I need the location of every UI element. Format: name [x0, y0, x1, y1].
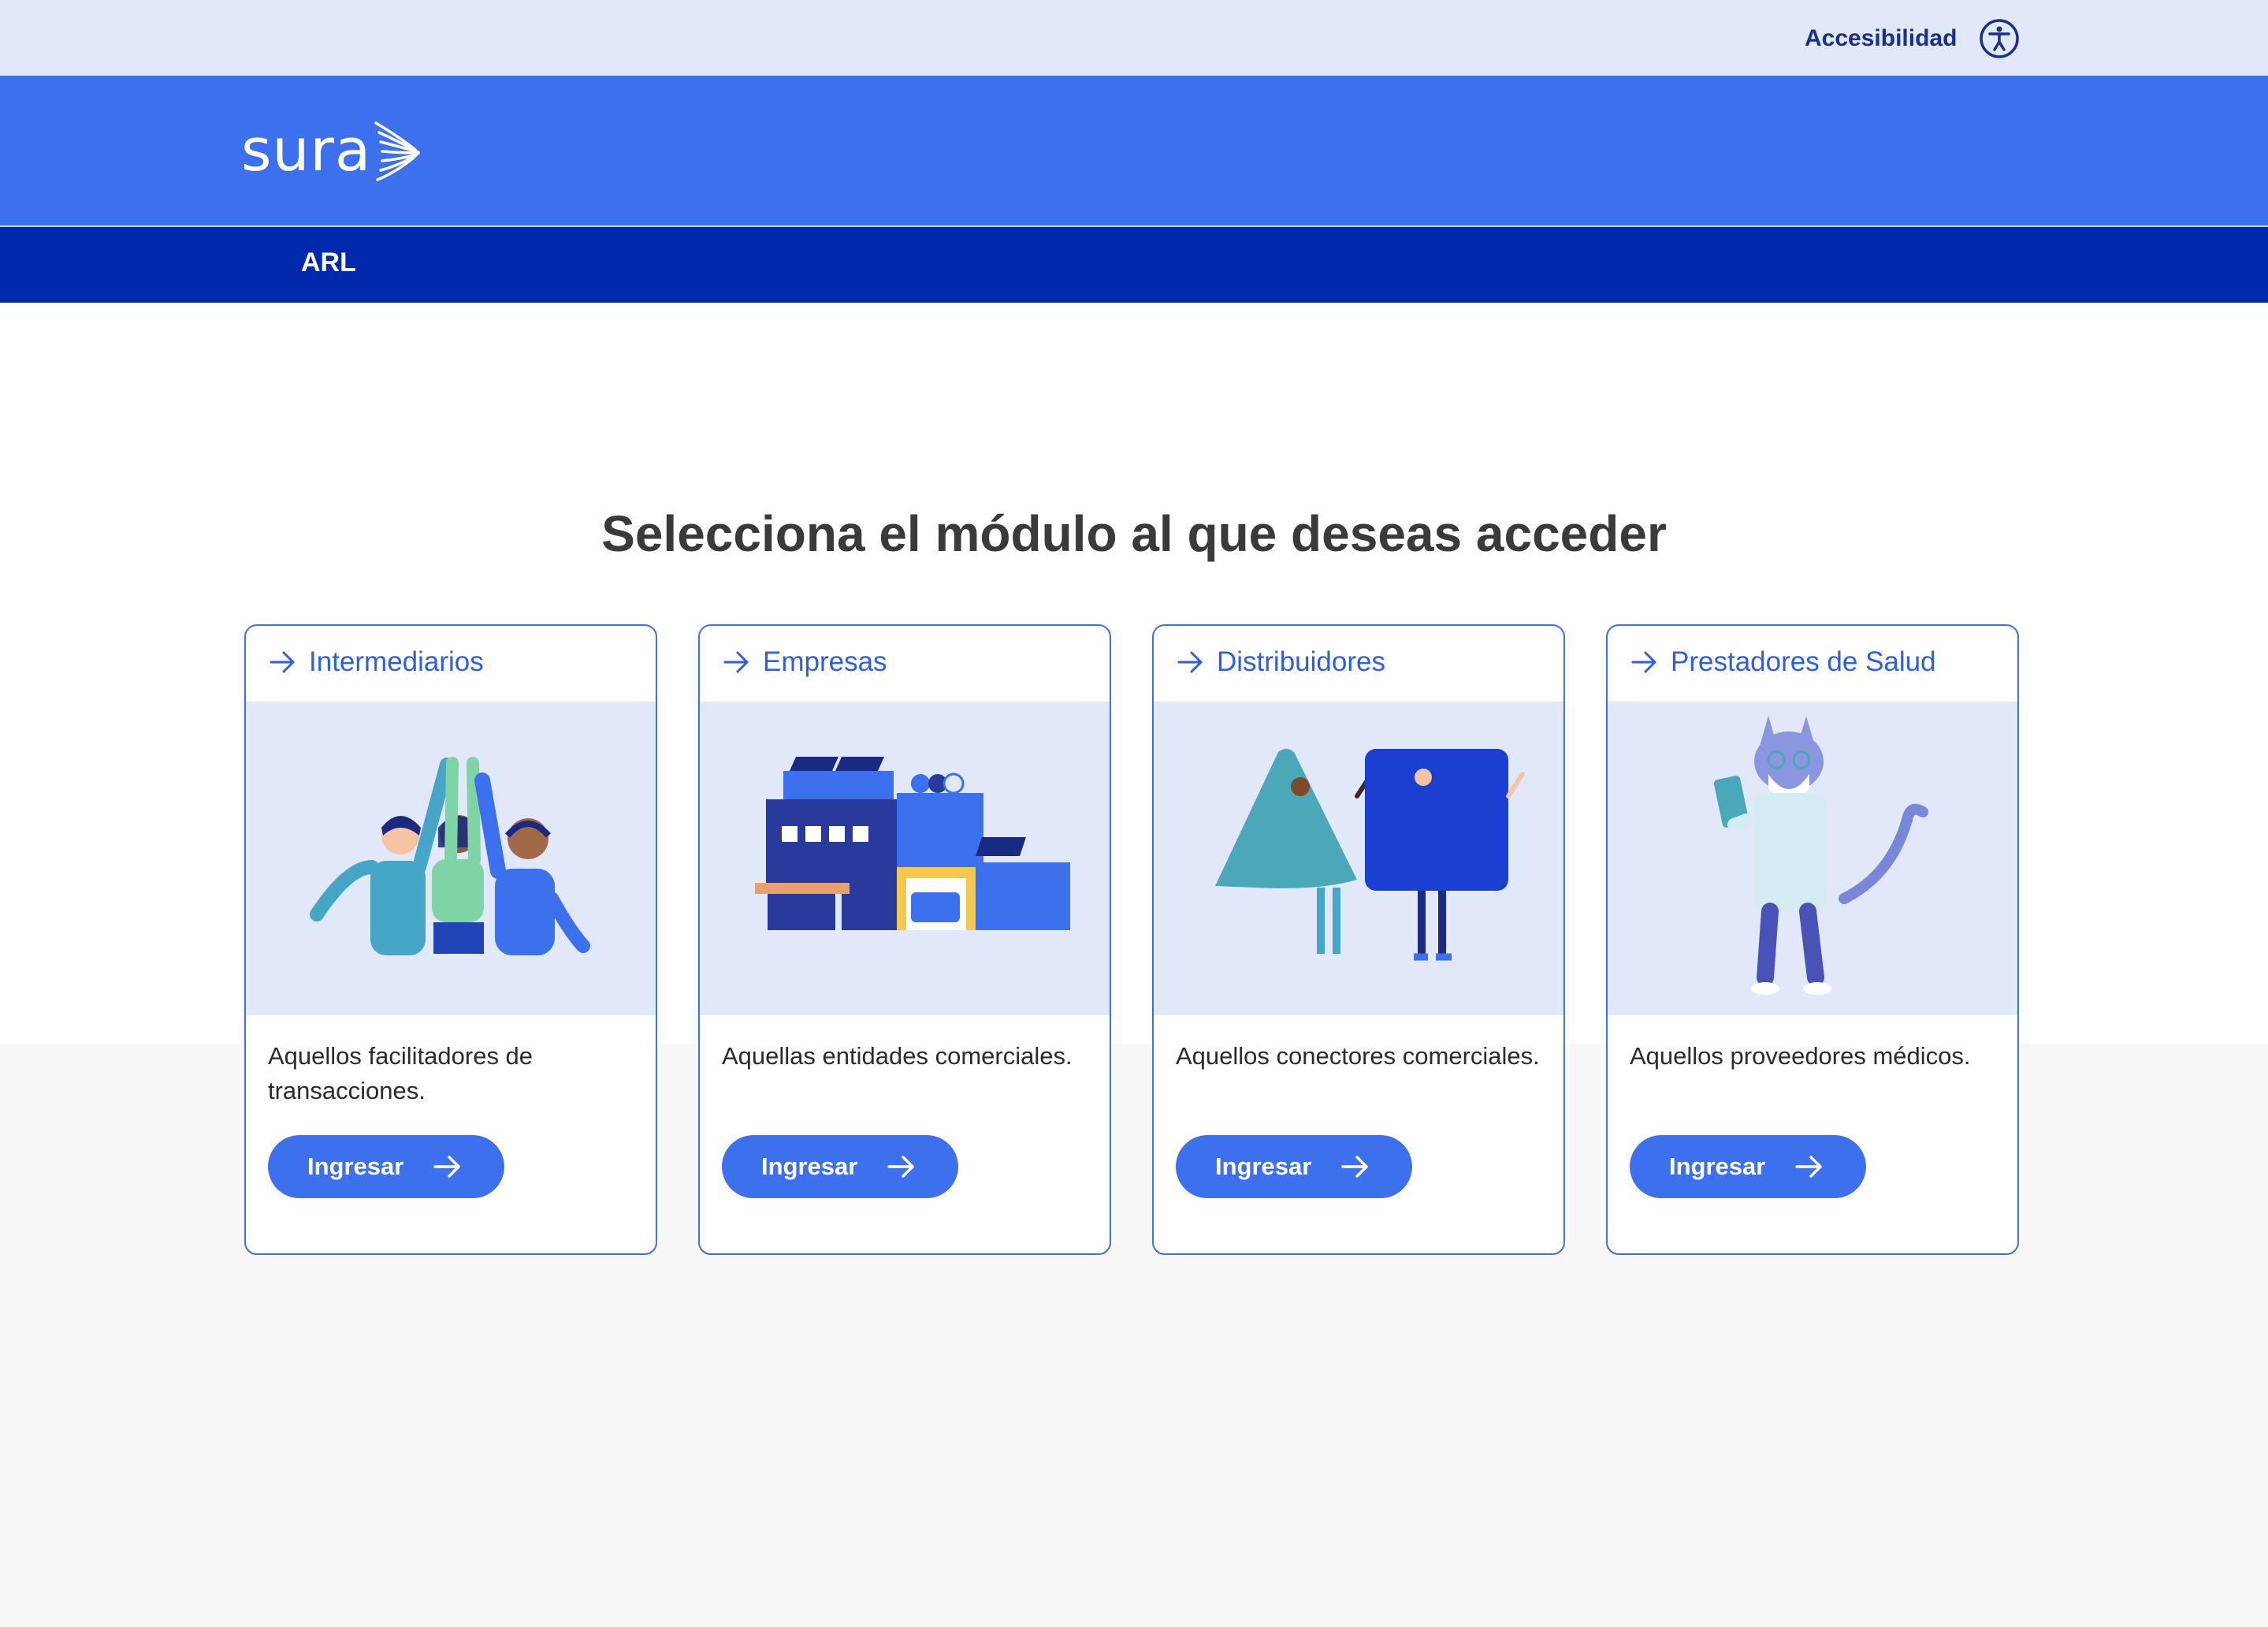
card-illustration-area [1154, 702, 1563, 1015]
card-title-link[interactable]: Empresas [722, 646, 887, 678]
card-title-link[interactable]: Distribuidores [1176, 646, 1385, 678]
arrow-right-icon [270, 651, 295, 673]
main-navigation: ARL [0, 227, 2268, 303]
cat-doctor-illustration [1713, 716, 1928, 995]
module-card-prestadores-de-salud: Prestadores de Salud Aquellos proveedore… [1606, 624, 2019, 1255]
arrow-right-icon [433, 1156, 460, 1178]
top-utility-bar: Accesibilidad [0, 0, 2268, 76]
ingresar-button[interactable]: Ingresar [1630, 1135, 1866, 1198]
arrow-right-icon [887, 1156, 914, 1178]
module-card-empresas: Empresas Aquellas entidades comerciales.… [698, 624, 1111, 1255]
card-title-link[interactable]: Prestadores de Salud [1630, 646, 1936, 678]
accessibility-icon [1980, 19, 2020, 58]
module-card-intermediarios: Intermediarios Aquellos facilitadores de… [244, 624, 657, 1255]
logo-wordmark: sura [241, 117, 372, 184]
arrow-right-icon [1177, 651, 1203, 673]
card-description: Aquellos proveedores médicos. [1630, 1042, 1971, 1070]
card-illustration-area [700, 702, 1110, 1015]
ingresar-button[interactable]: Ingresar [268, 1135, 504, 1198]
card-illustration-area [246, 702, 656, 1015]
card-title: Empresas [763, 646, 887, 677]
nav-item-arl[interactable]: ARL [301, 248, 356, 278]
button-label: Ingresar [307, 1152, 404, 1180]
arrow-right-icon [1341, 1156, 1368, 1178]
company-building-illustration [755, 757, 1070, 930]
button-label: Ingresar [1215, 1152, 1312, 1180]
ingresar-button[interactable]: Ingresar [722, 1135, 958, 1198]
arrow-right-icon [1631, 651, 1656, 673]
card-title-link[interactable]: Intermediarios [268, 646, 484, 678]
sura-logo[interactable]: sura [241, 117, 423, 184]
card-description: Aquellos conectores comerciales. [1176, 1042, 1540, 1070]
page-title: Selecciona el módulo al que deseas acced… [601, 505, 1667, 562]
arrow-right-icon [723, 651, 749, 673]
ingresar-button[interactable]: Ingresar [1176, 1135, 1412, 1198]
button-label: Ingresar [1669, 1152, 1766, 1180]
brand-header: sura [0, 76, 2268, 227]
module-card-distribuidores: Distribuidores Aquellos conectores comer… [1152, 624, 1565, 1255]
card-title: Intermediarios [309, 646, 484, 677]
card-description: Aquellos facilitadores de transacciones. [268, 1042, 534, 1104]
card-title: Distribuidores [1217, 646, 1385, 677]
card-title: Prestadores de Salud [1671, 646, 1936, 677]
logo-wing-icon [374, 121, 420, 181]
accessibility-label: Accesibilidad [1805, 25, 1958, 51]
costume-shapes-illustration [1215, 749, 1525, 961]
people-high-five-illustration [310, 757, 590, 955]
accessibility-link[interactable]: Accesibilidad [1805, 19, 2020, 58]
arrow-right-icon [1795, 1156, 1822, 1178]
card-description: Aquellas entidades comerciales. [722, 1042, 1073, 1070]
card-illustration-area [1608, 702, 2017, 1015]
button-label: Ingresar [761, 1152, 858, 1180]
